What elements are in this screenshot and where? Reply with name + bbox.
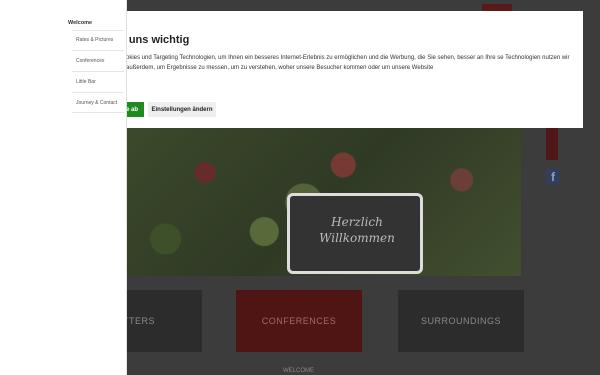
tile-letters-label: TTERS [122, 316, 155, 326]
tile-surroundings-label: SURROUNDINGS [420, 316, 501, 326]
side-navigation-menu: Welcome Rates & Pictures Conferences Lit… [0, 0, 127, 375]
cookie-title: st uns wichtig [116, 34, 478, 46]
menu-item-rates-pictures[interactable]: Rates & Pictures [76, 37, 113, 43]
section-heading: WELCOME [283, 368, 315, 374]
welcome-chalkboard: Herzlich Willkommen [287, 193, 423, 274]
change-settings-button[interactable]: Einstellungen ändern [148, 102, 216, 117]
chalkboard-text: Herzlich Willkommen [319, 215, 395, 245]
cookie-description: okies und Targeting Technologien, um Ihn… [126, 55, 570, 71]
cookie-title-text: st uns wichtig [116, 34, 190, 46]
tile-conferences-label: CONFERENCES [261, 316, 337, 326]
menu-divider [72, 50, 124, 51]
menu-item-journey-contact[interactable]: Journey & Contact [76, 100, 117, 106]
menu-divider [72, 71, 124, 72]
menu-divider [72, 112, 124, 113]
menu-item-little-bar[interactable]: Little Bar [76, 79, 96, 85]
menu-divider [72, 92, 124, 93]
menu-title: Welcome [68, 20, 93, 26]
menu-item-conferences[interactable]: Conferences [76, 58, 104, 64]
facebook-icon[interactable]: f [546, 169, 560, 185]
tile-conferences[interactable]: CONFERENCES [236, 290, 362, 352]
menu-divider [72, 30, 124, 31]
tile-surroundings[interactable]: SURROUNDINGS [398, 290, 524, 352]
